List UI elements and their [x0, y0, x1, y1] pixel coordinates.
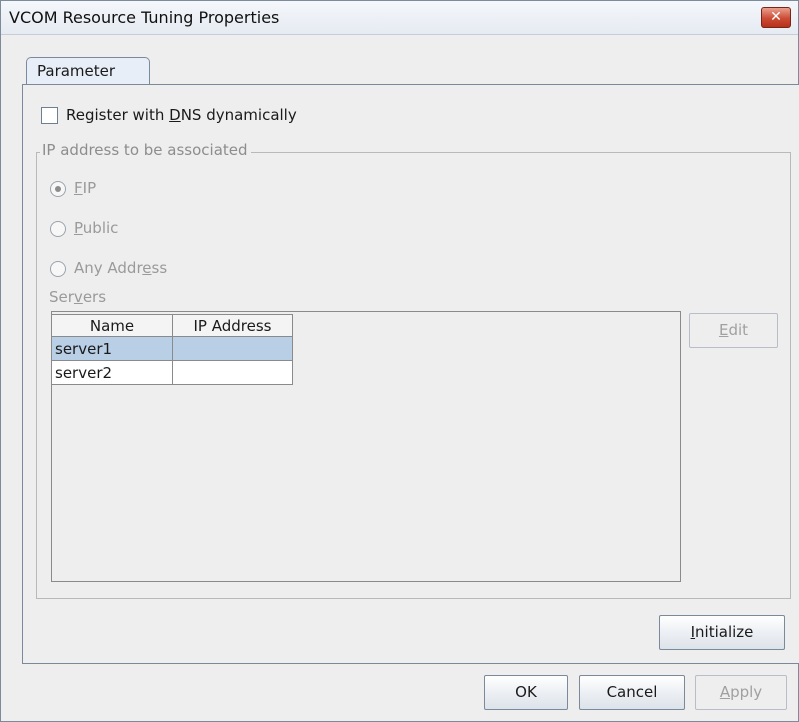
column-header-ip-address[interactable]: IP Address — [172, 314, 293, 337]
any-address-radio-label: Any Address — [74, 259, 168, 277]
title-bar[interactable]: VCOM Resource Tuning Properties ✕ — [1, 1, 798, 35]
tab-parameter-label: Parameter — [37, 62, 116, 80]
server-name-cell[interactable]: server2 — [51, 360, 173, 385]
fip-radio[interactable] — [50, 181, 66, 197]
window-title: VCOM Resource Tuning Properties — [9, 8, 280, 27]
register-dns-label: Register with DNS dynamically — [66, 106, 297, 124]
table-row[interactable]: server2 — [51, 360, 293, 385]
public-radio-label: Public — [74, 219, 119, 237]
tab-parameter[interactable]: Parameter — [26, 57, 150, 84]
table-row[interactable]: server1 — [51, 336, 293, 361]
initialize-button[interactable]: Initialize — [659, 615, 785, 650]
any-address-radio[interactable] — [50, 261, 66, 277]
apply-button[interactable]: Apply — [695, 675, 787, 710]
close-icon: ✕ — [770, 9, 782, 25]
radio-selected-dot — [55, 186, 61, 192]
server-ip-cell[interactable] — [172, 336, 293, 361]
servers-table: Name IP Address server1 server2 — [51, 314, 293, 385]
table-header-row: Name IP Address — [51, 314, 293, 337]
servers-label: Servers — [49, 288, 107, 306]
column-header-name[interactable]: Name — [51, 314, 173, 337]
ok-button[interactable]: OK — [484, 675, 568, 710]
fip-radio-label: FIP — [74, 179, 97, 197]
close-button[interactable]: ✕ — [761, 7, 791, 28]
server-ip-cell[interactable] — [172, 360, 293, 385]
edit-button[interactable]: Edit — [689, 313, 778, 348]
register-dns-checkbox[interactable] — [41, 107, 58, 124]
public-radio[interactable] — [50, 221, 66, 237]
ip-address-group-title: IP address to be associated — [40, 141, 251, 159]
cancel-button[interactable]: Cancel — [579, 675, 685, 710]
server-name-cell[interactable]: server1 — [51, 336, 173, 361]
